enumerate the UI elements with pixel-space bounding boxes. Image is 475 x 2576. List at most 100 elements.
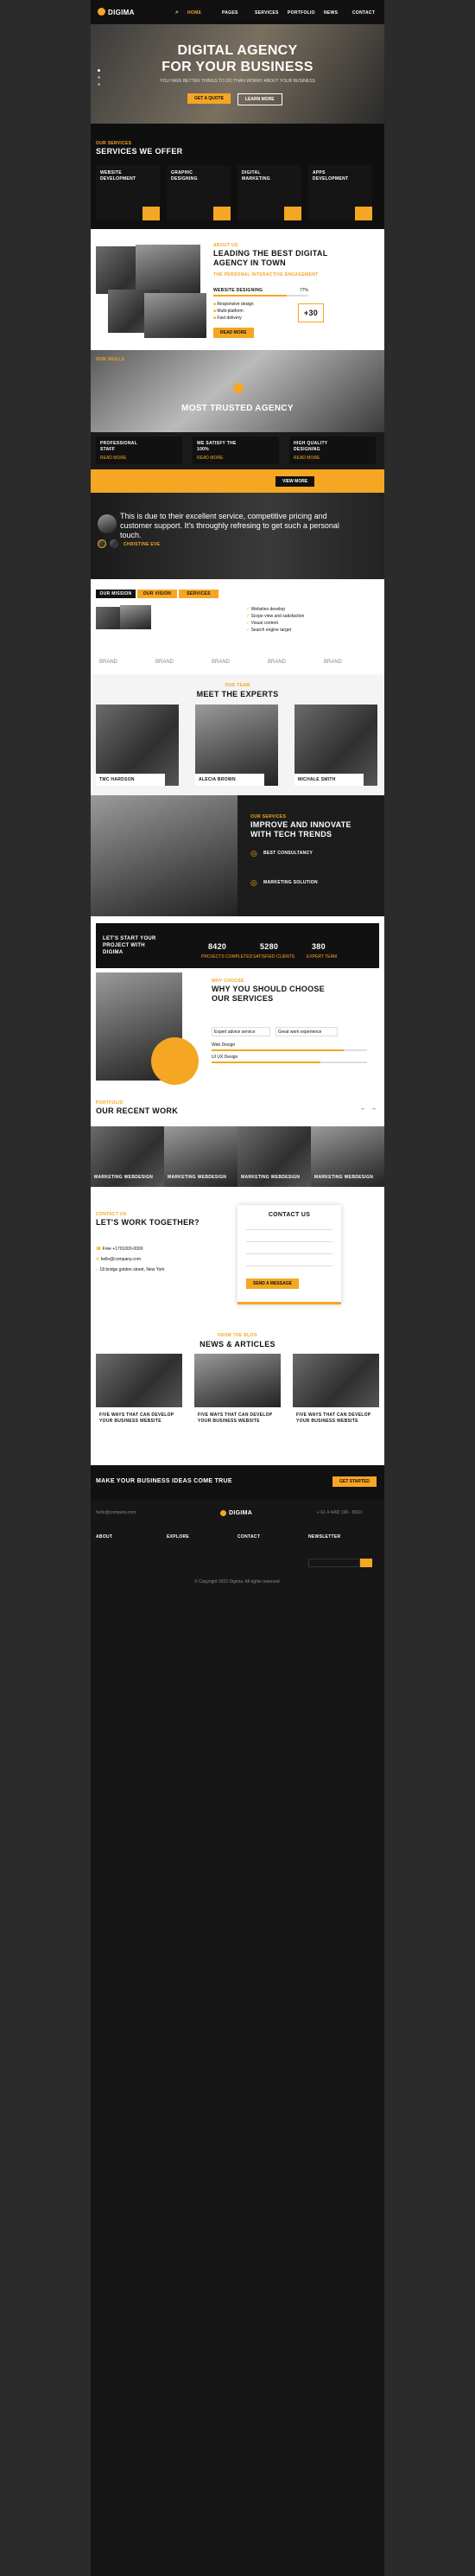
service-card[interactable]: DIGITAL MARKETING <box>238 165 301 220</box>
slider-dot[interactable] <box>98 83 100 86</box>
stat-value: 380 <box>312 942 326 951</box>
arrow-left-icon[interactable]: ← <box>360 1106 366 1112</box>
services-title: SERVICES WE OFFER <box>96 147 183 156</box>
card-link[interactable]: READ MORE <box>197 456 223 462</box>
hero-title-1: DIGITAL AGENCY <box>177 43 298 58</box>
contact-email: ✉ hello@company.com <box>96 1257 141 1262</box>
tab-services[interactable]: SERVICES <box>179 590 218 598</box>
subject-field[interactable] <box>246 1253 332 1254</box>
play-icon[interactable] <box>233 383 244 393</box>
nav-news[interactable]: NEWS <box>324 10 338 16</box>
slider-dot[interactable] <box>98 76 100 79</box>
brand-logo-item: BRAND <box>324 660 343 665</box>
newsletter-submit-button[interactable] <box>360 1559 372 1567</box>
service-card[interactable]: GRAPHIC DESIGNING <box>167 165 231 220</box>
about-image-4 <box>144 293 206 338</box>
form-title: CONTACT US <box>268 1212 311 1218</box>
send-message-button[interactable]: SEND A MESSAGE <box>246 1278 299 1289</box>
progress-track <box>213 295 308 296</box>
nav-contact[interactable]: CONTACT <box>352 10 375 16</box>
news-image[interactable] <box>293 1354 379 1407</box>
avatar-thumb[interactable] <box>110 539 118 548</box>
progress-label: WEBSITE DESIGNING <box>213 288 263 293</box>
footer-col: CONTACT <box>238 1534 261 1540</box>
skill-track <box>212 1049 367 1051</box>
news-image[interactable] <box>96 1354 182 1407</box>
brand-logo[interactable]: DIGIMA <box>108 9 135 16</box>
why-pill: Expert advice service <box>212 1027 270 1036</box>
bullet: ■ Responsive design <box>213 302 254 307</box>
news-headline[interactable]: FIVE WAYS THAT CAN DEVELOP YOUR BUSINESS… <box>296 1412 374 1425</box>
why-kicker: WHY CHOOSE <box>212 979 244 984</box>
arrow-right-icon[interactable]: → <box>370 1106 377 1112</box>
get-quote-button[interactable]: GET A QUOTE <box>187 93 231 104</box>
team-title: MEET THE EXPERTS <box>196 690 279 698</box>
learn-more-button[interactable]: LEARN MORE <box>238 93 282 105</box>
work-item[interactable]: MARKETING WEBDESIGN <box>164 1126 238 1187</box>
team-card[interactable]: MICHALE SMITH <box>294 705 377 786</box>
brand-logo-item: BRAND <box>212 660 231 665</box>
work-title: OUR RECENT WORK <box>96 1106 178 1115</box>
tab-image <box>120 605 151 629</box>
services-section: OUR SERVICES SERVICES WE OFFER WEBSITE D… <box>91 124 384 229</box>
testimonial-author: CHRISTINE EVE <box>124 542 161 547</box>
work-label: MARKETING WEBDESIGN <box>241 1175 301 1180</box>
news-headline[interactable]: FIVE WAYS THAT CAN DEVELOP YOUR BUSINESS… <box>99 1412 177 1425</box>
skill-fill <box>212 1062 320 1063</box>
search-icon[interactable]: ⌕ <box>175 10 179 16</box>
tabs-section: OUR MISSION OUR VISION SERVICES ✓ Websit… <box>91 579 384 674</box>
get-started-button[interactable]: GET STARTED <box>332 1476 377 1487</box>
brand-logo-item: BRAND <box>99 660 118 665</box>
news-headline[interactable]: FIVE WAYS THAT CAN DEVELOP YOUR BUSINESS… <box>198 1412 276 1425</box>
nav-home[interactable]: HOME <box>187 10 201 16</box>
about-title: LEADING THE BEST DIGITAL AGENCY IN TOWN <box>213 249 328 267</box>
skill-label: Web Design <box>212 1043 236 1048</box>
team-card[interactable]: TMC HARDSON <box>96 705 179 786</box>
brand-logo-item: BRAND <box>268 660 287 665</box>
nav-services[interactable]: SERVICES <box>255 10 279 16</box>
hero-title-2: FOR YOUR BUSINESS <box>162 60 314 74</box>
slider-dot[interactable] <box>98 69 100 72</box>
footer-email[interactable]: hello@company.com <box>96 1510 136 1516</box>
card-link[interactable]: READ MORE <box>100 456 126 462</box>
avatar-thumb[interactable] <box>98 539 106 548</box>
footer-brand[interactable]: DIGIMA <box>229 1510 252 1516</box>
skill-track <box>212 1062 367 1063</box>
team-card[interactable]: ALECIA BROWN <box>195 705 278 786</box>
service-card[interactable]: APPS DEVELOPMENT <box>308 165 372 220</box>
trusted-card[interactable]: PROFESSIONAL STAFF READ MORE <box>96 437 182 464</box>
read-more-button[interactable]: READ MORE <box>213 328 254 338</box>
news-image[interactable] <box>194 1354 281 1407</box>
contact-title: LET'S WORK TOGETHER? <box>96 1218 200 1227</box>
tab-mission[interactable]: OUR MISSION <box>96 590 136 598</box>
logo-icon <box>98 8 105 16</box>
work-item[interactable]: MARKETING WEBDESIGN <box>91 1126 164 1187</box>
services-desc <box>255 143 376 149</box>
why-title: WHY YOU SHOULD CHOOSE OUR SERVICES <box>212 985 325 1003</box>
work-label: MARKETING WEBDESIGN <box>168 1175 227 1180</box>
service-card[interactable]: WEBSITE DEVELOPMENT <box>96 165 160 220</box>
trusted-card[interactable]: HIGH QUALITY DESIGNING READ MORE <box>289 437 376 464</box>
service-accent <box>355 207 372 220</box>
team-name: ALECIA BROWN <box>195 774 264 786</box>
view-more-button[interactable]: VIEW MORE <box>276 476 315 487</box>
footer-phone[interactable]: + 61 4 4492 196 - 8910 <box>317 1510 362 1516</box>
work-item[interactable]: MARKETING WEBDESIGN <box>238 1126 311 1187</box>
nav-portfolio[interactable]: PORTFOLIO <box>288 10 315 16</box>
work-section: PORTFOLIO OUR RECENT WORK ← → MARKETING … <box>91 1094 384 1202</box>
contact-phone: ☎ Free +1701000-0000 <box>96 1247 143 1252</box>
name-field[interactable] <box>246 1229 332 1230</box>
footer-col: ABOUT <box>96 1534 113 1540</box>
newsletter-input[interactable] <box>308 1559 360 1567</box>
feature-title: MARKETING SOLUTION <box>263 880 318 885</box>
nav-pages[interactable]: PAGES <box>222 10 238 16</box>
progress-value: 77% <box>300 288 309 293</box>
trusted-card[interactable]: WE SATISFY THE 100% READ MORE <box>193 437 279 464</box>
card-link[interactable]: READ MORE <box>294 456 320 462</box>
tab-vision[interactable]: OUR VISION <box>137 590 177 598</box>
service-accent <box>142 207 160 220</box>
bullet: ■ Fast delivery <box>213 316 242 321</box>
work-item[interactable]: MARKETING WEBDESIGN <box>311 1126 384 1187</box>
email-field[interactable] <box>246 1241 332 1242</box>
why-circle <box>151 1037 199 1085</box>
